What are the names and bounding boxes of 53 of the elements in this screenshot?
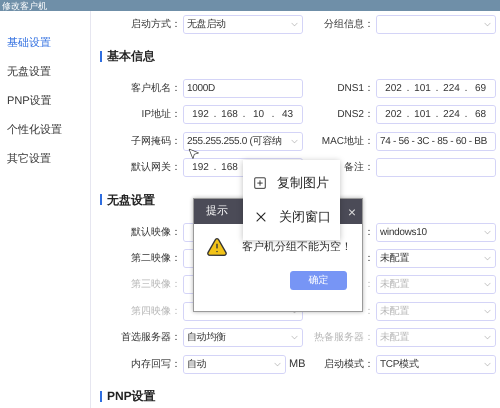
field-label: 默认映像： (131, 226, 181, 240)
ip-number: 69 (474, 82, 486, 96)
field-label: IP地址： (142, 108, 181, 122)
field-label: 分组信息： (324, 18, 374, 32)
field-label: 子网掩码： (131, 134, 181, 149)
ip-dot: . (406, 108, 410, 122)
ip-number: 10 (252, 108, 264, 122)
field-label: DNS1： (337, 82, 374, 96)
ip-number: 168 (221, 161, 238, 176)
ip-dot: . (213, 161, 217, 176)
ip-dot: . (435, 108, 439, 122)
ip-number: 101 (414, 108, 431, 122)
ip-number: 224 (443, 82, 460, 96)
field-label: ： (364, 278, 374, 292)
ip-number: 192 (192, 161, 209, 176)
window-title: 修改客户机 (2, 0, 47, 10)
section-heading: PNP设置 (107, 388, 156, 406)
ip-dot: . (435, 82, 439, 96)
ip-number: 224 (443, 108, 460, 122)
field-label: 备注： (344, 160, 374, 176)
field-label: 内存回写： (131, 358, 181, 372)
ip-number: 192 (192, 108, 209, 122)
ip-dot: . (464, 82, 468, 96)
ip-dot: . (271, 108, 275, 122)
field-label: 第四映像： (131, 304, 181, 319)
ip-number: 43 (282, 108, 294, 122)
field-label: 第三映像： (131, 278, 181, 292)
field-label: ： (364, 304, 374, 319)
ip-dot: . (406, 82, 410, 96)
ip-number: 202 (385, 82, 402, 96)
unit-label: MB (288, 356, 303, 372)
field-label: 默认网关： (131, 160, 181, 176)
section-heading: 无盘设置 (107, 192, 155, 209)
field-label: 第二映像： (131, 252, 181, 266)
ip-number: 202 (385, 108, 402, 122)
section-heading: 基本信息 (107, 48, 155, 66)
field-label: 首选服务器： (121, 330, 181, 346)
ip-number: 101 (414, 82, 431, 96)
ip-dot: . (213, 108, 217, 122)
field-label: ： (364, 226, 374, 240)
field-label: 客户机名： (131, 82, 181, 96)
field-label: ： (364, 252, 374, 266)
field-label: 启动模式： (324, 358, 374, 372)
field-label: MAC地址： (322, 134, 374, 149)
dialog-title: 提示 (206, 204, 228, 220)
field-label: 热备服务器： (314, 331, 374, 346)
field-label: DNS2： (337, 108, 374, 122)
ip-dot: . (464, 108, 468, 122)
ip-number: 168 (221, 108, 238, 122)
ip-number: 68 (474, 108, 486, 122)
dialog-message: 客户机分组不能为空！ (242, 240, 352, 255)
field-label: 启动方式： (131, 18, 181, 32)
ip-dot: . (242, 108, 246, 122)
